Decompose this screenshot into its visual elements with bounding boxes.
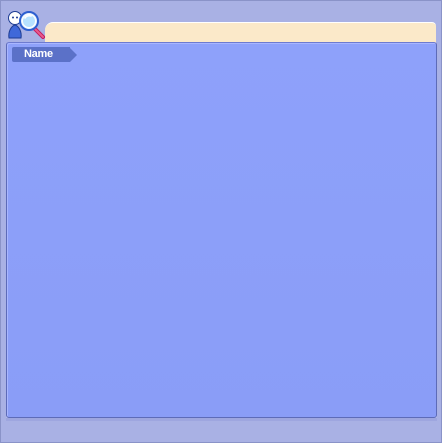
panel-shadow: [6, 418, 437, 421]
user-list-panel[interactable]: Name: [6, 42, 437, 418]
user-search-icon: [5, 5, 47, 41]
window-frame: Name: [0, 0, 442, 443]
title-tab: [45, 22, 436, 43]
column-header-label: Name: [24, 48, 53, 60]
column-header-name[interactable]: Name: [12, 47, 77, 62]
